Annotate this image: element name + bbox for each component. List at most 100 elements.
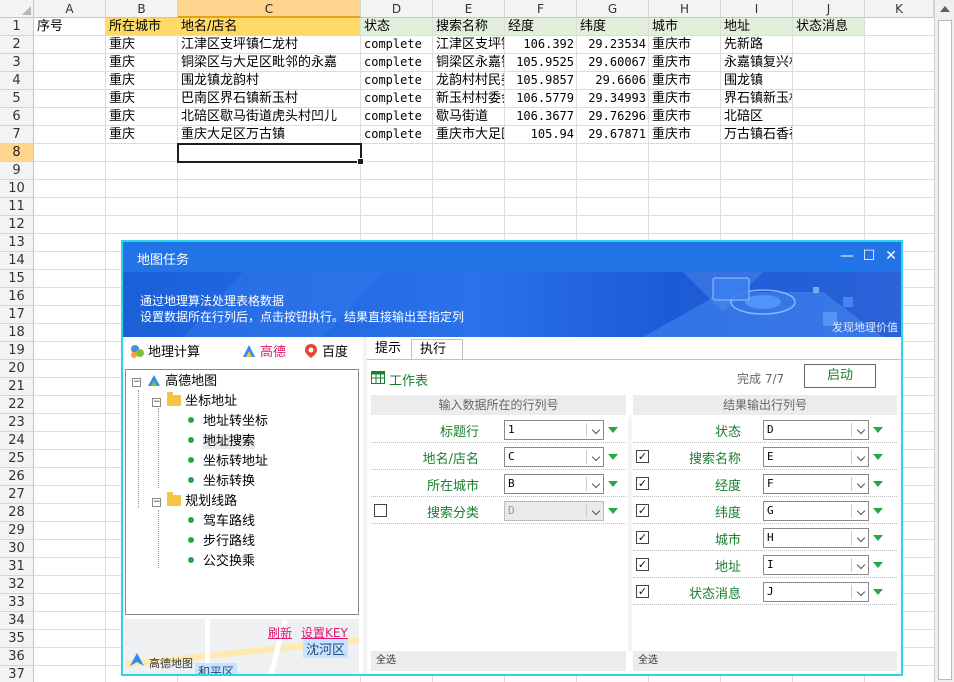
header-cell[interactable]: 城市 [649, 18, 720, 35]
row-header[interactable]: 28 [0, 504, 34, 522]
worksheet-label[interactable]: 工作表 [389, 370, 428, 389]
data-cell[interactable] [793, 108, 864, 125]
row-header[interactable]: 7 [0, 126, 34, 144]
data-cell[interactable]: 歇马街道 [433, 108, 504, 125]
data-cell[interactable]: 重庆 [106, 72, 177, 89]
column-header[interactable]: I [721, 0, 793, 18]
chevron-down-icon[interactable] [856, 506, 866, 516]
data-cell[interactable] [793, 72, 864, 89]
data-cell[interactable]: 重庆 [106, 36, 177, 53]
header-cell[interactable]: 经度 [505, 18, 576, 35]
green-triangle-icon[interactable] [873, 589, 883, 595]
column-header[interactable]: B [106, 0, 178, 18]
data-cell[interactable]: complete [361, 126, 432, 143]
row-header[interactable]: 27 [0, 486, 34, 504]
data-cell[interactable]: 重庆 [106, 108, 177, 125]
data-cell[interactable]: 重庆市 [649, 54, 720, 71]
data-cell[interactable]: complete [361, 108, 432, 125]
data-cell[interactable]: 106.392 [505, 36, 576, 53]
data-cell[interactable] [793, 126, 864, 143]
column-header[interactable]: K [865, 0, 934, 18]
tree-item[interactable]: 坐标转换 [188, 473, 255, 491]
green-triangle-icon[interactable] [873, 454, 883, 460]
data-cell[interactable]: 重庆大足区万古镇 [178, 126, 360, 143]
select-all-right[interactable]: 全选 [633, 651, 897, 671]
header-cell[interactable]: 搜索名称 [433, 18, 504, 35]
data-cell[interactable]: 龙韵村村民委 [433, 72, 504, 89]
start-button[interactable]: 启动 [804, 364, 876, 388]
data-cell[interactable]: 29.34993 [577, 90, 648, 107]
scroll-up-arrow-icon[interactable] [940, 6, 950, 12]
data-cell[interactable]: 重庆 [106, 126, 177, 143]
vertical-scrollbar[interactable] [934, 0, 954, 682]
row-header[interactable]: 26 [0, 468, 34, 486]
data-cell[interactable]: 29.76296 [577, 108, 648, 125]
data-cell[interactable] [34, 54, 105, 71]
row-header[interactable]: 18 [0, 324, 34, 342]
row-header[interactable]: 34 [0, 612, 34, 630]
green-triangle-icon[interactable] [608, 508, 618, 514]
dialog-titlebar[interactable]: 地图任务 — ☐ ✕ [123, 242, 901, 272]
tree-item[interactable]: 驾车路线 [188, 513, 255, 531]
row-header[interactable]: 12 [0, 216, 34, 234]
chevron-down-icon[interactable] [591, 452, 601, 462]
header-cell[interactable]: 序号 [34, 18, 105, 35]
minimize-icon[interactable]: — [839, 248, 855, 264]
close-icon[interactable]: ✕ [883, 248, 899, 264]
row-header[interactable]: 31 [0, 558, 34, 576]
tree-item-selected[interactable]: 地址搜索 [188, 433, 256, 451]
row-header[interactable]: 21 [0, 378, 34, 396]
data-cell[interactable] [34, 72, 105, 89]
row-header[interactable]: 15 [0, 270, 34, 288]
column-header[interactable]: E [433, 0, 505, 18]
row-header[interactable]: 1 [0, 18, 34, 36]
row-header[interactable]: 6 [0, 108, 34, 126]
collapse-icon[interactable]: − [152, 398, 161, 407]
header-cell[interactable]: 地名/店名 [178, 18, 360, 35]
data-cell[interactable]: 重庆市 [649, 108, 720, 125]
maximize-icon[interactable]: ☐ [861, 248, 877, 264]
row-header[interactable]: 19 [0, 342, 34, 360]
column-select[interactable]: D [763, 420, 869, 440]
data-cell[interactable] [34, 90, 105, 107]
header-cell[interactable]: 状态 [361, 18, 432, 35]
row-header[interactable]: 3 [0, 54, 34, 72]
column-select[interactable]: H [763, 528, 869, 548]
tree-item[interactable]: 地址转坐标 [188, 413, 268, 431]
data-cell[interactable]: complete [361, 36, 432, 53]
row-header[interactable]: 22 [0, 396, 34, 414]
data-cell[interactable]: 围龙镇龙韵村 [178, 72, 360, 89]
tab-hint[interactable]: 提示 [367, 339, 409, 360]
row-header[interactable]: 32 [0, 576, 34, 594]
column-header[interactable]: H [649, 0, 721, 18]
row-header[interactable]: 17 [0, 306, 34, 324]
chevron-down-icon[interactable] [856, 533, 866, 543]
data-cell[interactable] [34, 36, 105, 53]
data-cell[interactable]: 29.23534 [577, 36, 648, 53]
data-cell[interactable]: complete [361, 72, 432, 89]
data-cell[interactable]: 105.9857 [505, 72, 576, 89]
data-cell[interactable]: 新玉村村委会 [433, 90, 504, 107]
header-cell[interactable]: 纬度 [577, 18, 648, 35]
data-cell[interactable]: 重庆市 [649, 126, 720, 143]
tree-group-coord[interactable]: − 坐标地址 [152, 392, 237, 411]
data-cell[interactable]: complete [361, 54, 432, 71]
select-all-corner[interactable] [0, 0, 34, 18]
row-header[interactable]: 9 [0, 162, 34, 180]
data-cell[interactable]: 重庆 [106, 90, 177, 107]
green-triangle-icon[interactable] [873, 535, 883, 541]
data-cell[interactable]: 重庆市 [649, 36, 720, 53]
green-triangle-icon[interactable] [873, 562, 883, 568]
chevron-down-icon[interactable] [856, 479, 866, 489]
data-cell[interactable]: 铜梁区与大足区毗邻的永嘉 [178, 54, 360, 71]
data-cell[interactable]: 105.94 [505, 126, 576, 143]
row-header[interactable]: 20 [0, 360, 34, 378]
data-cell[interactable]: 106.3677 [505, 108, 576, 125]
data-cell[interactable]: 江津区支坪镇 [433, 36, 504, 53]
tab-geo-calc[interactable]: 地理计算 [129, 343, 200, 361]
row-header[interactable]: 8 [0, 144, 34, 162]
row-header[interactable]: 25 [0, 450, 34, 468]
tree-item[interactable]: 步行路线 [188, 533, 255, 551]
row-header[interactable]: 2 [0, 36, 34, 54]
scroll-thumb[interactable] [938, 20, 952, 680]
